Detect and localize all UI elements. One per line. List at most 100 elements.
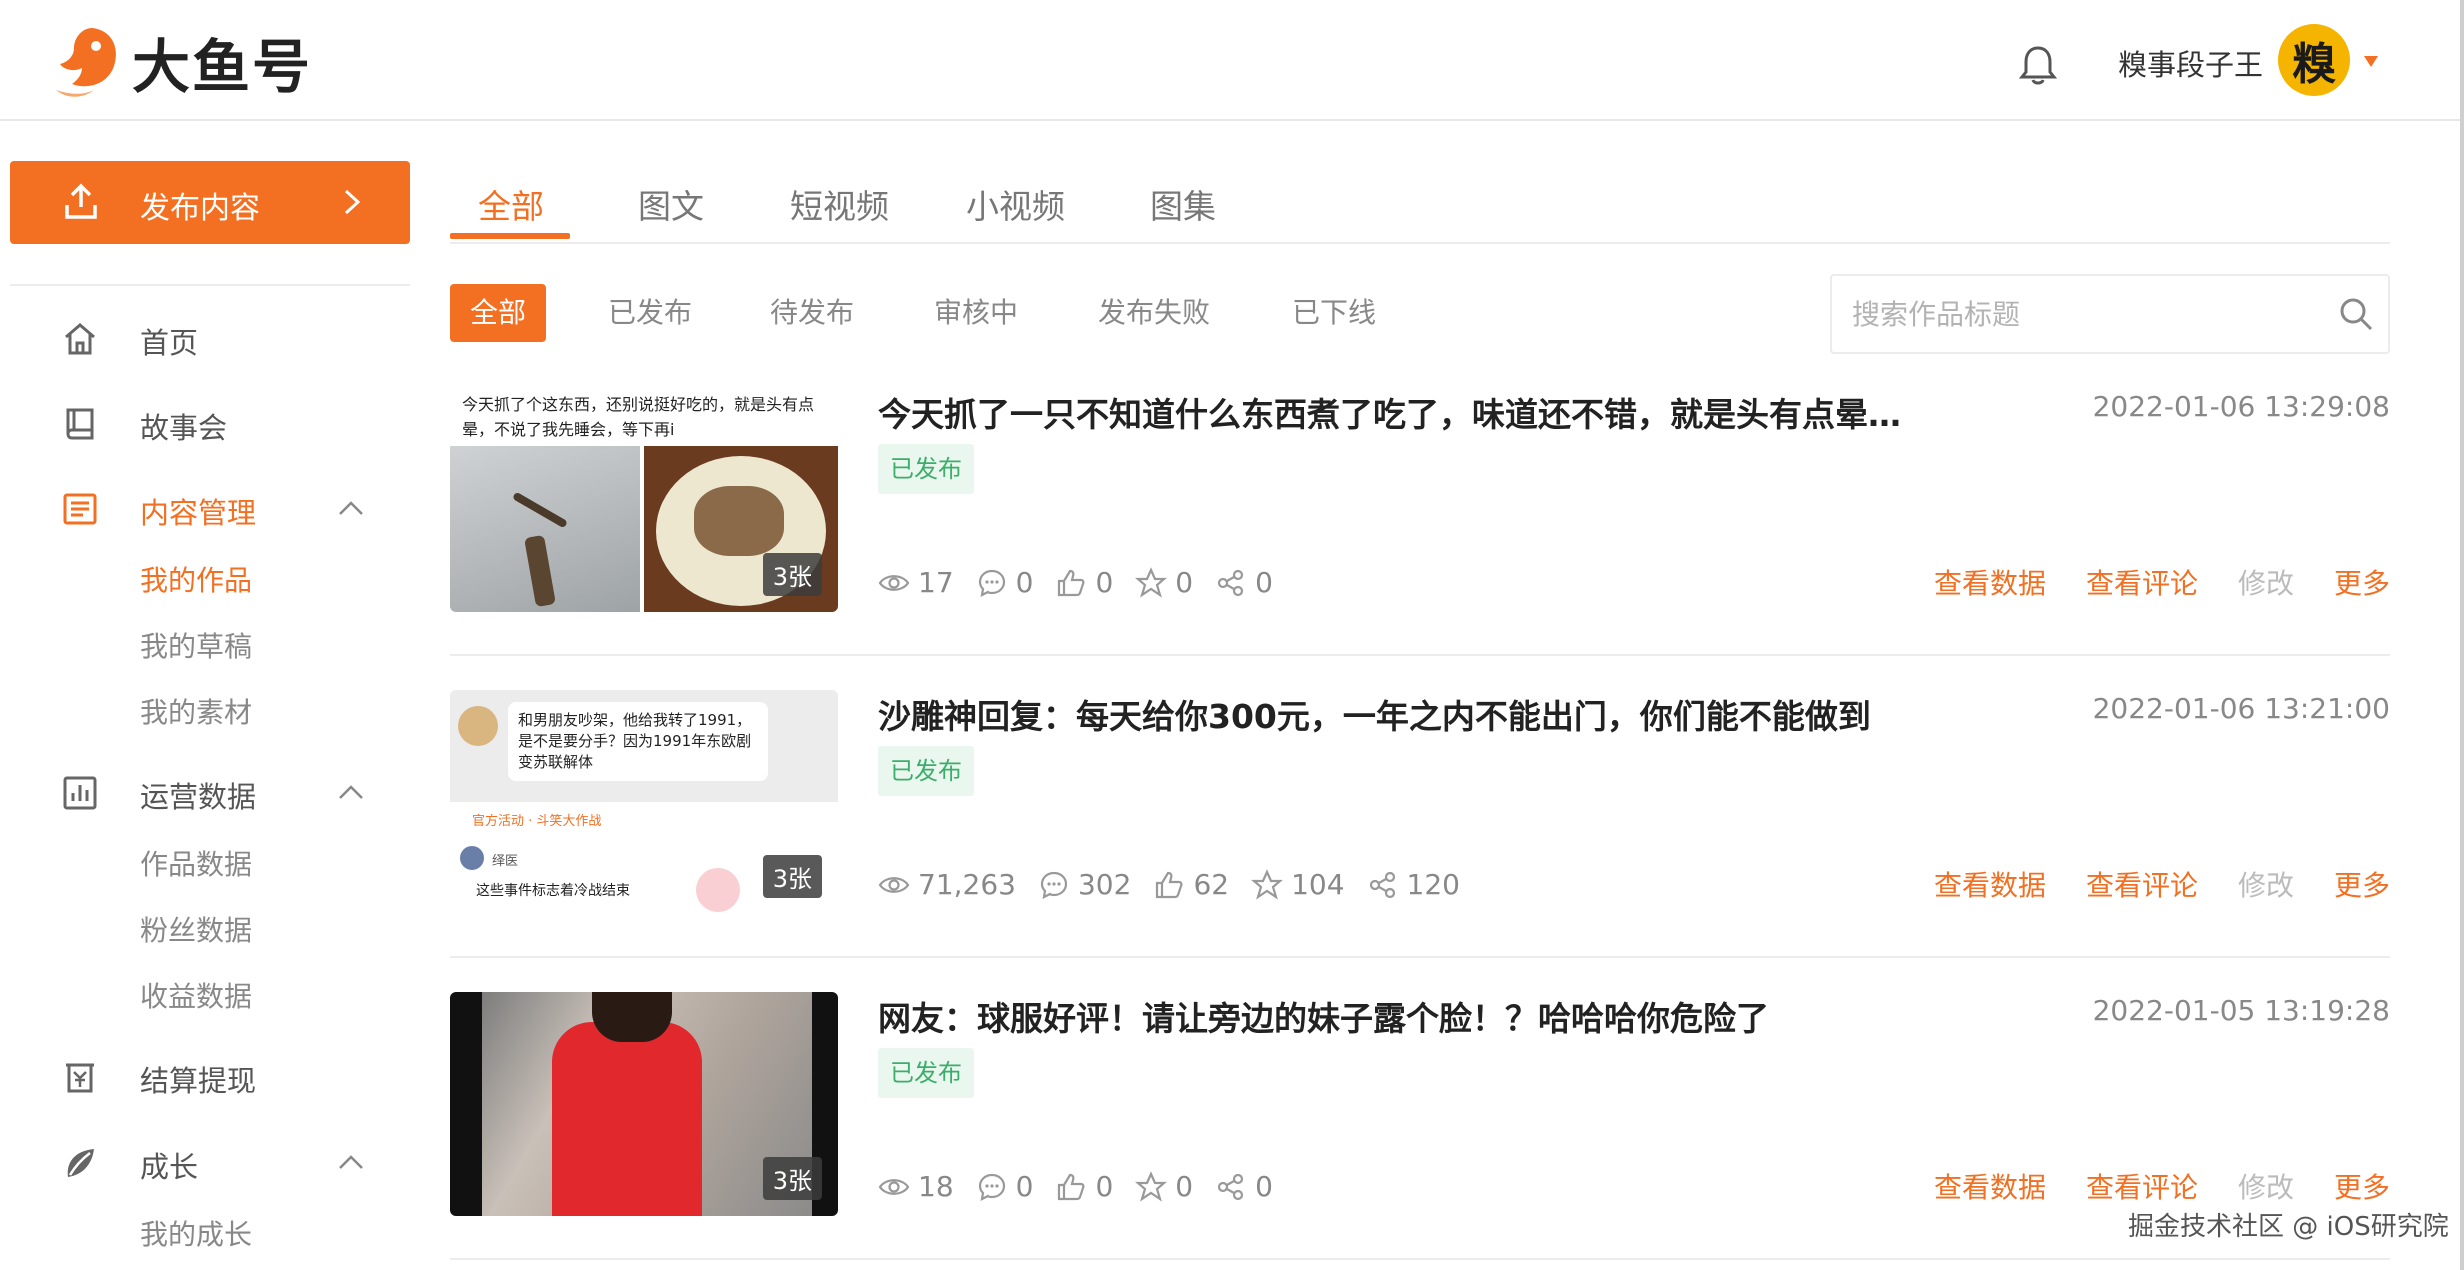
work-title[interactable]: 网友：球服好评！请让旁边的妹子露个脸！？哈哈哈你危险了 bbox=[878, 992, 1769, 1040]
work-date: 2022-01-06 13:21:00 bbox=[2092, 692, 2390, 725]
thumbs-up-icon bbox=[1058, 569, 1085, 596]
sidebar-item-settlement[interactable]: 结算提现 bbox=[60, 1052, 256, 1102]
leaf-icon bbox=[67, 1149, 94, 1177]
edit-link[interactable]: 修改 bbox=[2238, 864, 2294, 904]
sidebar-subitem-my-works[interactable]: 我的作品 bbox=[140, 559, 252, 599]
comment-icon bbox=[978, 1173, 1005, 1201]
sidebar-item-label: 故事会 bbox=[140, 411, 228, 445]
publish-content-button[interactable]: 发布内容 bbox=[10, 161, 410, 244]
row-divider bbox=[450, 1258, 2390, 1260]
edit-link[interactable]: 修改 bbox=[2238, 562, 2294, 602]
row-divider bbox=[450, 654, 2390, 656]
sidebar-item-home[interactable]: 首页 bbox=[60, 314, 198, 364]
home-icon bbox=[65, 323, 95, 355]
more-link[interactable]: 更多 bbox=[2334, 864, 2390, 904]
tab-mini-video[interactable]: 小视频 bbox=[966, 180, 1065, 228]
comment-icon bbox=[1040, 871, 1068, 899]
sidebar-item-content-management[interactable]: 内容管理 bbox=[60, 484, 256, 534]
work-row: 今天抓了个这东西，还别说挺好吃的，就是头有点晕，不说了我先睡会，等下再i 3张 … bbox=[450, 388, 2390, 678]
tab-image-text[interactable]: 图文 bbox=[638, 180, 704, 228]
work-thumbnail[interactable]: 和男朋友吵架，他给我转了1991，是不是要分手？因为1991年东欧剧变苏联解体 … bbox=[450, 690, 838, 914]
work-thumbnail[interactable]: 今天抓了个这东西，还别说挺好吃的，就是头有点晕，不说了我先睡会，等下再i 3张 bbox=[450, 388, 838, 612]
view-data-link[interactable]: 查看数据 bbox=[1934, 864, 2046, 904]
views-count: 71,263 bbox=[918, 868, 1016, 901]
chevron-up-icon[interactable] bbox=[336, 782, 366, 802]
filter-failed[interactable]: 发布失败 bbox=[1098, 284, 1210, 342]
work-title[interactable]: 今天抓了一只不知道什么东西煮了吃了，味道还不错，就是头有点晕… bbox=[878, 388, 1901, 436]
wallet-icon bbox=[66, 1063, 94, 1093]
work-stats: 71,263 302 62 104 120 bbox=[878, 868, 1482, 901]
sidebar-subitem-my-drafts[interactable]: 我的草稿 bbox=[140, 625, 252, 665]
sidebar-subitem-my-growth[interactable]: 我的成长 bbox=[140, 1213, 252, 1253]
image-count: 3张 bbox=[762, 1157, 822, 1200]
sidebar-item-stories[interactable]: 故事会 bbox=[60, 399, 227, 449]
edit-link[interactable]: 修改 bbox=[2238, 1166, 2294, 1206]
avatar[interactable]: 糗 bbox=[2278, 24, 2350, 96]
thumbnail-commenter-name: 绎医 bbox=[492, 854, 519, 869]
filter-offline[interactable]: 已下线 bbox=[1292, 284, 1376, 342]
filter-published[interactable]: 已发布 bbox=[608, 284, 692, 342]
active-tab-indicator bbox=[450, 233, 570, 239]
star-icon bbox=[1135, 1170, 1168, 1202]
likes-count: 0 bbox=[1095, 566, 1114, 599]
comment-icon bbox=[978, 569, 1005, 597]
username[interactable]: 糗事段子王 bbox=[2118, 42, 2263, 84]
comments-count: 0 bbox=[1015, 566, 1034, 599]
account-dropdown-icon[interactable] bbox=[2364, 56, 2378, 67]
chevron-up-icon[interactable] bbox=[336, 1152, 366, 1172]
work-actions: 查看数据 查看评论 修改 更多 bbox=[1894, 562, 2390, 602]
status-badge: 已发布 bbox=[878, 746, 974, 796]
filter-all[interactable]: 全部 bbox=[450, 284, 546, 342]
star-icon bbox=[1135, 566, 1168, 598]
share-icon bbox=[1369, 871, 1395, 898]
work-stats: 17 0 0 0 0 bbox=[878, 566, 1295, 599]
sidebar-subitem-fans-data[interactable]: 粉丝数据 bbox=[140, 909, 252, 949]
avatar-text: 糗 bbox=[2292, 39, 2336, 90]
work-date: 2022-01-05 13:19:28 bbox=[2092, 994, 2390, 1027]
fish-logo-icon bbox=[56, 28, 116, 97]
brand-logo[interactable]: 大鱼号 bbox=[52, 20, 312, 104]
eye-icon bbox=[878, 1178, 910, 1195]
favorites-count: 104 bbox=[1291, 868, 1345, 901]
sidebar-item-label: 运营数据 bbox=[140, 780, 257, 814]
view-comments-link[interactable]: 查看评论 bbox=[2086, 1166, 2198, 1206]
search-input[interactable] bbox=[1852, 292, 2312, 336]
more-link[interactable]: 更多 bbox=[2334, 562, 2390, 602]
tabs-divider bbox=[450, 242, 2390, 244]
sidebar-subitem-works-data[interactable]: 作品数据 bbox=[140, 843, 252, 883]
tab-short-video[interactable]: 短视频 bbox=[790, 180, 889, 228]
thumbnail-reply-text: 这些事件标志着冷战结束 bbox=[476, 883, 630, 899]
window-edge bbox=[2460, 0, 2464, 1270]
sidebar-item-label: 成长 bbox=[140, 1150, 199, 1184]
tab-all[interactable]: 全部 bbox=[478, 180, 544, 228]
chevron-up-icon[interactable] bbox=[336, 498, 366, 518]
view-data-link[interactable]: 查看数据 bbox=[1934, 562, 2046, 602]
watermark: 掘金技术社区 @ iOS研究院 bbox=[2128, 1212, 2449, 1242]
view-comments-link[interactable]: 查看评论 bbox=[2086, 562, 2198, 602]
thumbnail-caption: 今天抓了个这东西，还别说挺好吃的，就是头有点晕，不说了我先睡会，等下再i bbox=[462, 395, 815, 439]
comments-count: 302 bbox=[1077, 868, 1132, 901]
share-icon bbox=[1218, 1173, 1244, 1200]
share-icon bbox=[1218, 569, 1244, 596]
sidebar-item-operations-data[interactable]: 运营数据 bbox=[60, 768, 256, 818]
eye-icon bbox=[878, 574, 910, 591]
thumbs-up-icon bbox=[1156, 871, 1183, 898]
view-data-link[interactable]: 查看数据 bbox=[1934, 1166, 2046, 1206]
sidebar-subitem-revenue-data[interactable]: 收益数据 bbox=[140, 975, 252, 1015]
sidebar-item-label: 首页 bbox=[140, 326, 199, 360]
star-icon bbox=[1251, 868, 1284, 900]
thumbs-up-icon bbox=[1058, 1173, 1085, 1200]
notification-bell-icon[interactable] bbox=[2018, 44, 2058, 86]
sidebar-subitem-my-materials[interactable]: 我的素材 bbox=[140, 691, 252, 731]
sidebar-item-growth[interactable]: 成长 bbox=[60, 1138, 198, 1188]
more-link[interactable]: 更多 bbox=[2334, 1166, 2390, 1206]
thumbnail-activity-tag: 官方活动 · 斗笑大作战 bbox=[472, 814, 602, 829]
tab-gallery[interactable]: 图集 bbox=[1150, 180, 1216, 228]
work-title[interactable]: 沙雕神回复：每天给你300元，一年之内不能出门，你们能不能做到 bbox=[878, 690, 1871, 738]
work-thumbnail[interactable]: 3张 bbox=[450, 992, 838, 1216]
search-icon[interactable] bbox=[2338, 296, 2374, 332]
filter-pending[interactable]: 待发布 bbox=[770, 284, 854, 342]
row-divider bbox=[450, 956, 2390, 958]
filter-reviewing[interactable]: 审核中 bbox=[934, 284, 1018, 342]
view-comments-link[interactable]: 查看评论 bbox=[2086, 864, 2198, 904]
